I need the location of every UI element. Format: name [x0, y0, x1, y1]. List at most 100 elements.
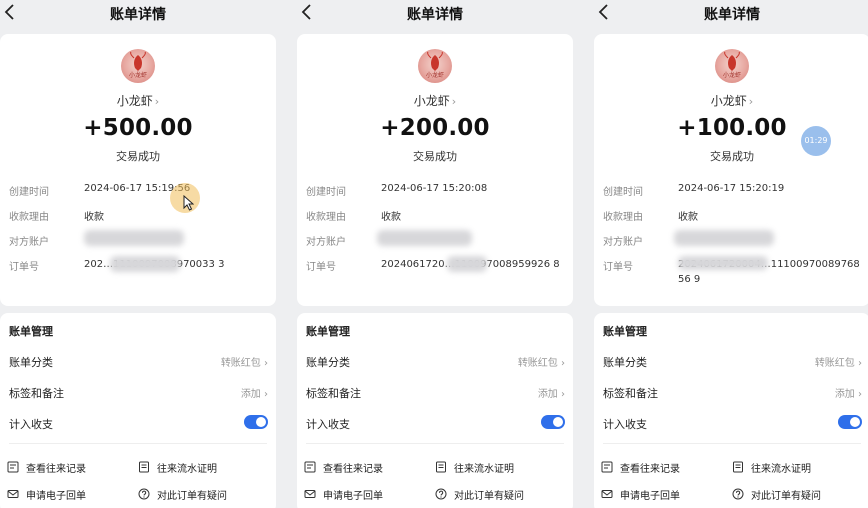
amount: +500.00	[83, 115, 193, 141]
chevron-right-icon: ›	[264, 358, 268, 369]
bill-detail-screen-1: 账单详情 小龙虾 小龙虾 › +500.00 交易成功 创建时间 2024-06-…	[0, 0, 276, 508]
merchant-name: 小龙虾	[116, 94, 153, 108]
blurred-order-segment	[678, 256, 768, 270]
transaction-card: 小龙虾 小龙虾 › +100.00 交易成功 创建时间 2024-06-17 15…	[594, 34, 868, 306]
merchant-link[interactable]: 小龙虾 ›	[594, 92, 868, 109]
category-value: 转账红包 ›	[517, 358, 565, 369]
e-receipt-label: 申请电子回单	[26, 491, 86, 502]
bill-detail-screen-2: 账单详情 小龙虾 小龙虾 › +200.00 交易成功 创建时间 2024-06-…	[297, 0, 573, 508]
amount: +200.00	[380, 115, 490, 141]
created-time-value: 2024-06-17 15:20:08	[381, 183, 488, 194]
section-title: 账单管理	[9, 325, 53, 338]
chevron-right-icon: ›	[858, 358, 862, 369]
question-circle-icon	[138, 488, 150, 500]
tags-row[interactable]: 标签和备注 添加 ›	[0, 382, 276, 404]
created-time-label: 创建时间	[306, 187, 346, 198]
order-question-label: 对此订单有疑问	[454, 491, 524, 502]
transaction-card: 小龙虾 小龙虾 › +500.00 交易成功 创建时间 2024-06-17 15…	[0, 34, 276, 306]
category-label: 账单分类	[603, 356, 647, 369]
chevron-right-icon: ›	[561, 389, 565, 400]
include-toggle[interactable]	[838, 415, 862, 429]
include-toggle[interactable]	[541, 415, 565, 429]
document-icon	[733, 461, 743, 473]
merchant-link[interactable]: 小龙虾 ›	[0, 92, 276, 109]
question-circle-icon	[435, 488, 447, 500]
created-time-value: 2024-06-17 15:20:19	[678, 183, 785, 194]
created-time-label: 创建时间	[9, 187, 49, 198]
mail-icon	[7, 490, 19, 498]
tags-label: 标签和备注	[9, 387, 64, 400]
blurred-counterparty	[674, 230, 774, 246]
bill-management-card: 账单管理 账单分类 转账红包 › 标签和备注 添加 › 计入收支 查看往来记录 …	[0, 313, 276, 508]
include-label: 计入收支	[306, 418, 350, 431]
order-question-label: 对此订单有疑问	[157, 491, 227, 502]
transaction-card: 小龙虾 小龙虾 › +200.00 交易成功 创建时间 2024-06-17 15…	[297, 34, 573, 306]
blurred-counterparty	[84, 230, 184, 246]
chevron-right-icon: ›	[858, 389, 862, 400]
top-bar: 账单详情	[594, 0, 868, 28]
tags-label: 标签和备注	[306, 387, 361, 400]
top-bar: 账单详情	[0, 0, 276, 28]
include-label: 计入收支	[603, 418, 647, 431]
bill-management-card: 账单管理 账单分类 转账红包 › 标签和备注 添加 › 计入收支 查看往来记录 …	[594, 313, 868, 508]
page-title: 账单详情	[704, 7, 760, 23]
page-title: 账单详情	[110, 7, 166, 23]
logo-caption: 小龙虾	[128, 72, 147, 79]
chevron-right-icon: ›	[748, 95, 754, 108]
mouse-cursor-icon	[183, 195, 194, 211]
divider	[603, 443, 861, 444]
document-icon	[139, 461, 149, 473]
category-label: 账单分类	[9, 356, 53, 369]
e-receipt-label: 申请电子回单	[620, 491, 680, 502]
flow-proof-label: 往来流水证明	[157, 464, 217, 475]
merchant-link[interactable]: 小龙虾 ›	[297, 92, 573, 109]
tags-row[interactable]: 标签和备注 添加 ›	[297, 382, 573, 404]
chevron-right-icon: ›	[451, 95, 457, 108]
bill-detail-screen-3: 账单详情 小龙虾 小龙虾 › +100.00 交易成功 创建时间 2024-06-…	[594, 0, 868, 508]
divider	[306, 443, 564, 444]
include-toggle[interactable]	[244, 415, 268, 429]
reason-value: 收款	[381, 212, 401, 223]
created-time-label: 创建时间	[603, 187, 643, 198]
records-icon	[601, 461, 613, 473]
blurred-order-segment	[110, 256, 180, 272]
include-row: 计入收支	[297, 413, 573, 435]
lobster-logo: 小龙虾	[121, 49, 155, 83]
section-title: 账单管理	[306, 325, 350, 338]
tags-value: 添加 ›	[834, 389, 862, 400]
divider	[9, 443, 267, 444]
floating-timer[interactable]: 01:29	[801, 126, 831, 156]
merchant-name: 小龙虾	[413, 94, 450, 108]
include-row: 计入收支	[0, 413, 276, 435]
screenshot-stage: 账单详情 小龙虾 小龙虾 › +500.00 交易成功 创建时间 2024-06-…	[0, 0, 868, 508]
category-value: 转账红包 ›	[814, 358, 862, 369]
order-no-label: 订单号	[9, 262, 39, 273]
tags-label: 标签和备注	[603, 387, 658, 400]
order-no-label: 订单号	[306, 262, 336, 273]
category-row[interactable]: 账单分类 转账红包 ›	[0, 351, 276, 373]
question-circle-icon	[732, 488, 744, 500]
order-no-label: 订单号	[603, 262, 633, 273]
bill-management-card: 账单管理 账单分类 转账红包 › 标签和备注 添加 › 计入收支 查看往来记录 …	[297, 313, 573, 508]
tags-row[interactable]: 标签和备注 添加 ›	[594, 382, 868, 404]
order-question-label: 对此订单有疑问	[751, 491, 821, 502]
include-label: 计入收支	[9, 418, 53, 431]
chevron-right-icon: ›	[154, 95, 160, 108]
category-row[interactable]: 账单分类 转账红包 ›	[297, 351, 573, 373]
top-bar: 账单详情	[297, 0, 573, 28]
logo-caption: 小龙虾	[425, 72, 444, 79]
reason-label: 收款理由	[603, 212, 643, 223]
document-icon	[436, 461, 446, 473]
blurred-order-segment	[447, 256, 487, 272]
category-value: 转账红包 ›	[220, 358, 268, 369]
category-row[interactable]: 账单分类 转账红包 ›	[594, 351, 868, 373]
chevron-right-icon: ›	[264, 389, 268, 400]
mail-icon	[304, 490, 316, 498]
counterparty-label: 对方账户	[306, 237, 346, 248]
category-label: 账单分类	[306, 356, 350, 369]
tags-value: 添加 ›	[537, 389, 565, 400]
lobster-logo: 小龙虾	[418, 49, 452, 83]
view-records-label: 查看往来记录	[26, 464, 86, 475]
status-text: 交易成功	[413, 150, 457, 163]
flow-proof-label: 往来流水证明	[751, 464, 811, 475]
